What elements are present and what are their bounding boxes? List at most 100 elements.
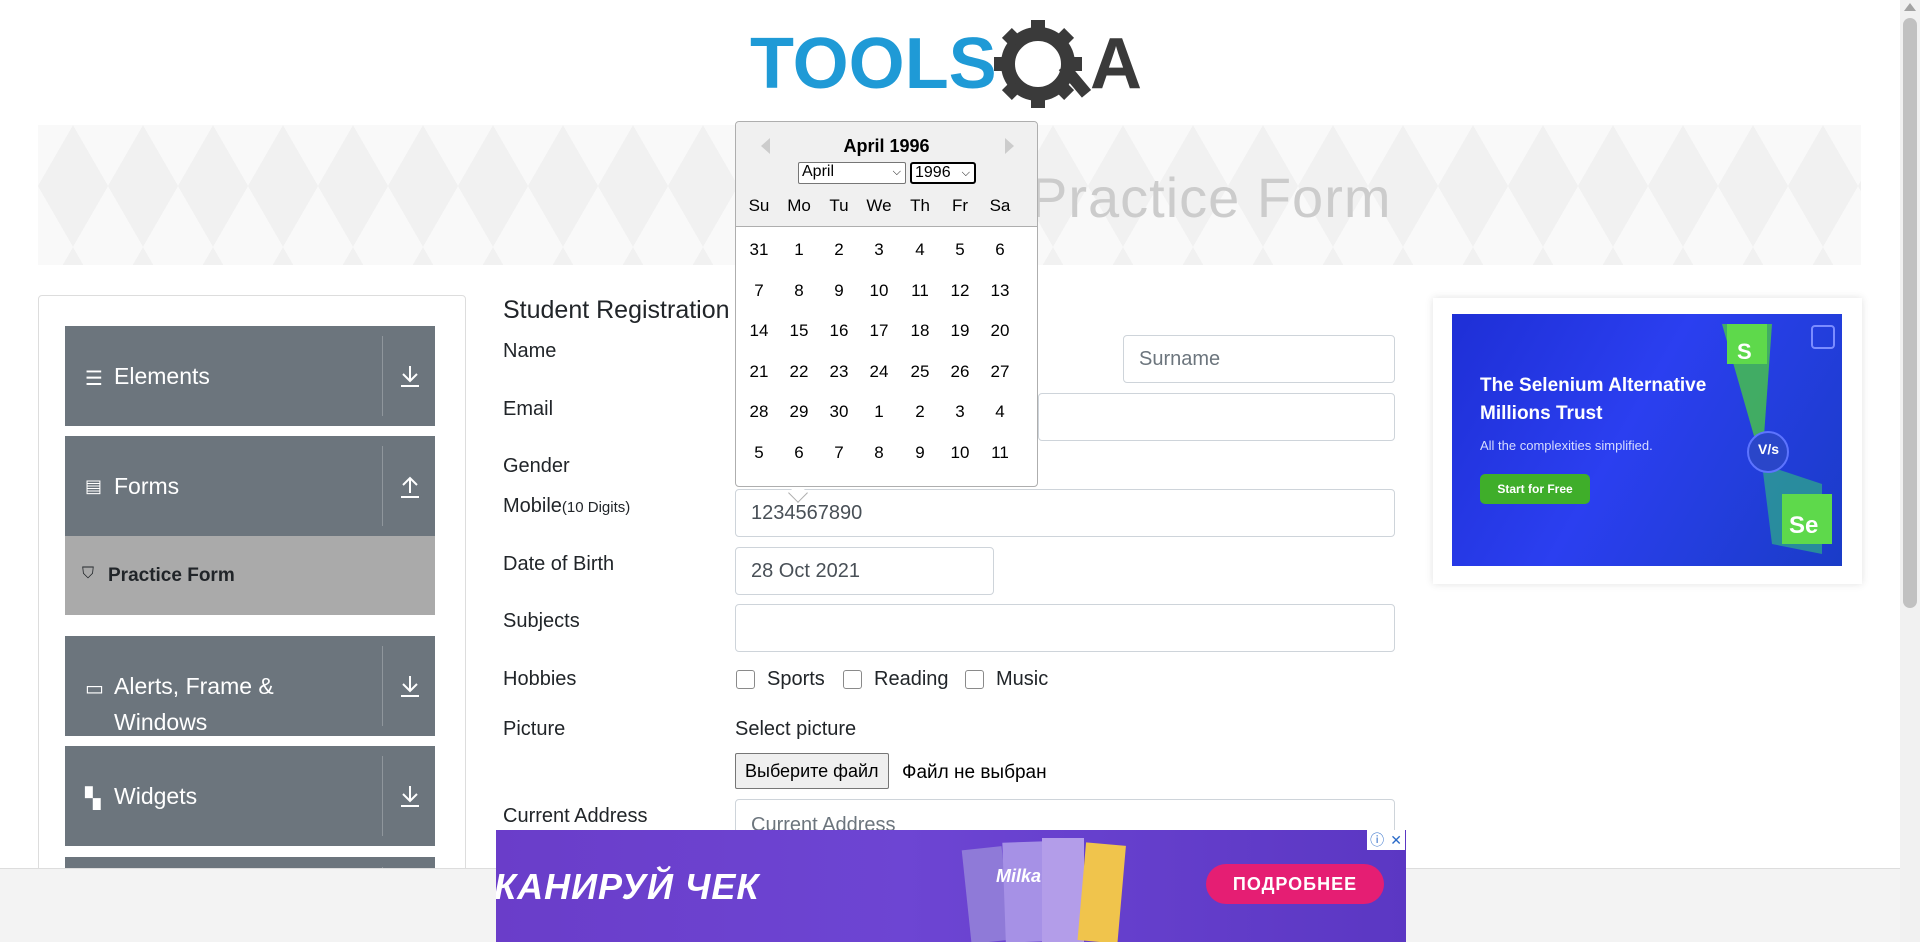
scrollbar-thumb[interactable]	[1903, 18, 1917, 608]
calendar-day[interactable]: 8	[779, 281, 819, 301]
window-icon: ▭	[85, 678, 104, 700]
calendar-day[interactable]: 11	[980, 443, 1020, 463]
calendar-day[interactable]: 30	[819, 402, 859, 422]
calendar-day[interactable]: 6	[980, 240, 1020, 260]
ad-title: The Selenium Alternative Millions Trust	[1480, 375, 1707, 424]
sidebar-group-widgets[interactable]: ▚ Widgets	[65, 746, 435, 846]
hobbies-label: Hobbies	[503, 668, 577, 690]
calendar-day[interactable]: 9	[819, 281, 859, 301]
calendar-day[interactable]: 5	[739, 443, 779, 463]
calendar-day[interactable]: 7	[739, 281, 779, 301]
picture-label: Picture	[503, 718, 566, 740]
calendar-day[interactable]: 21	[739, 362, 779, 382]
divider	[382, 646, 383, 726]
calendar-day[interactable]: 3	[859, 240, 899, 260]
calendar-day[interactable]: 6	[779, 443, 819, 463]
calendar-day[interactable]: 24	[859, 362, 899, 382]
month-select[interactable]: April ⌵	[798, 162, 906, 184]
ad-banner-selenium[interactable]: S V/s Se The Selenium Alternative Millio…	[1452, 314, 1842, 566]
month-select-value: April	[802, 163, 835, 180]
page-title: Practice Form	[1030, 166, 1392, 229]
dob-value: 28 Oct 2021	[751, 559, 860, 582]
subjects-input[interactable]	[735, 604, 1395, 652]
ad-controls: ⓘ ✕	[1367, 830, 1405, 850]
sidebar-group-alerts-frame-windows[interactable]: ▭ Alerts, Frame & Windows	[65, 636, 435, 736]
calendar-day[interactable]: 10	[940, 443, 980, 463]
calendar-day[interactable]: 22	[779, 362, 819, 382]
calendar-day[interactable]: 25	[900, 362, 940, 382]
calendar-day[interactable]: 20	[980, 321, 1020, 341]
ad-subtitle: All the complexities simplified.	[1480, 438, 1653, 453]
ad-badge-se: Se	[1789, 512, 1819, 539]
sidebar-group-forms[interactable]: ▤ Forms	[65, 436, 435, 536]
ad-banner-bottom[interactable]: КАНИРУЙ ЧЕК Milka ПОДРОБНЕЕ ⓘ ✕	[496, 830, 1406, 942]
checkbox-box[interactable]	[843, 670, 862, 689]
document-icon: ▤	[85, 476, 103, 496]
calendar-day[interactable]: 8	[859, 443, 899, 463]
close-icon[interactable]: ✕	[1390, 832, 1402, 849]
calendar-day[interactable]: 9	[900, 443, 940, 463]
checkbox-box[interactable]	[736, 670, 755, 689]
calendar-day[interactable]: 2	[900, 402, 940, 422]
calendar-day[interactable]: 2	[819, 240, 859, 260]
mobile-input[interactable]: 1234567890	[735, 489, 1395, 537]
sidebar-group-label: Widgets	[114, 783, 198, 809]
select-picture-label: Select picture	[735, 718, 857, 740]
dob-input[interactable]: 28 Oct 2021	[735, 547, 994, 595]
calendar-day[interactable]: 4	[980, 402, 1020, 422]
calendar-day[interactable]: 13	[980, 281, 1020, 301]
calendar-day[interactable]: 12	[940, 281, 980, 301]
calendar-day[interactable]: 11	[900, 281, 940, 301]
calendar-day[interactable]: 28	[739, 402, 779, 422]
calendar-day[interactable]: 16	[819, 321, 859, 341]
checkbox-label: Reading	[874, 668, 949, 690]
subjects-label: Subjects	[503, 610, 580, 632]
calendar-day[interactable]: 31	[739, 240, 779, 260]
toolsqa-logo[interactable]: TOOLS A	[750, 18, 1154, 114]
calendar-day[interactable]: 7	[819, 443, 859, 463]
mobile-value: 1234567890	[751, 501, 863, 524]
hobby-music-checkbox[interactable]: Music	[965, 668, 1048, 691]
sidebar-item-practice-form[interactable]: ⛉ Practice Form	[65, 536, 435, 615]
calendar-day[interactable]: 5	[940, 240, 980, 260]
dob-label: Date of Birth	[503, 553, 615, 575]
ad-start-button[interactable]: Start for Free	[1480, 474, 1590, 504]
scroll-up-arrow-icon[interactable]	[1904, 3, 1916, 11]
calendar-day[interactable]: 19	[940, 321, 980, 341]
last-name-input[interactable]: Surname	[1123, 335, 1395, 383]
year-select[interactable]: 1996 ⌵	[910, 162, 976, 184]
hobby-reading-checkbox[interactable]: Reading	[843, 668, 949, 691]
sidebar-group-elements[interactable]: ☰ Elements	[65, 326, 435, 426]
calendar-day[interactable]: 29	[779, 402, 819, 422]
sidebar-group-label: Alerts, Frame & Windows	[114, 673, 274, 735]
calendar-day[interactable]: 26	[940, 362, 980, 382]
sidebar-item-label: Practice Form	[108, 565, 235, 586]
calendar-day[interactable]: 14	[739, 321, 779, 341]
calendar-day[interactable]: 18	[900, 321, 940, 341]
hobby-sports-checkbox[interactable]: Sports	[736, 668, 825, 691]
divider	[382, 756, 383, 836]
checkbox-label: Music	[996, 668, 1049, 690]
calendar-day[interactable]: 23	[819, 362, 859, 382]
calendar-day[interactable]: 3	[940, 402, 980, 422]
divider	[382, 446, 383, 526]
download-arrow-icon	[401, 786, 419, 807]
info-icon[interactable]: ⓘ	[1370, 830, 1384, 850]
chevron-down-icon: ⌵	[892, 166, 901, 178]
next-month-icon[interactable]	[1005, 138, 1014, 154]
calendar-day[interactable]: 1	[859, 402, 899, 422]
calendar-day[interactable]: 27	[980, 362, 1020, 382]
weekday-label: Th	[910, 196, 930, 215]
calendar-day[interactable]: 10	[859, 281, 899, 301]
checkbox-box[interactable]	[965, 670, 984, 689]
last-name-placeholder: Surname	[1139, 347, 1221, 370]
calendar-day[interactable]: 4	[900, 240, 940, 260]
email-field[interactable]	[1038, 393, 1395, 441]
calendar-day[interactable]: 15	[779, 321, 819, 341]
choose-file-button[interactable]: Выберите файл	[735, 753, 889, 789]
calendar-day[interactable]: 17	[859, 321, 899, 341]
ad-more-button[interactable]: ПОДРОБНЕЕ	[1206, 864, 1384, 904]
upload-arrow-icon	[401, 476, 419, 498]
ad-bottom-text: КАНИРУЙ ЧЕК	[496, 866, 760, 907]
calendar-day[interactable]: 1	[779, 240, 819, 260]
